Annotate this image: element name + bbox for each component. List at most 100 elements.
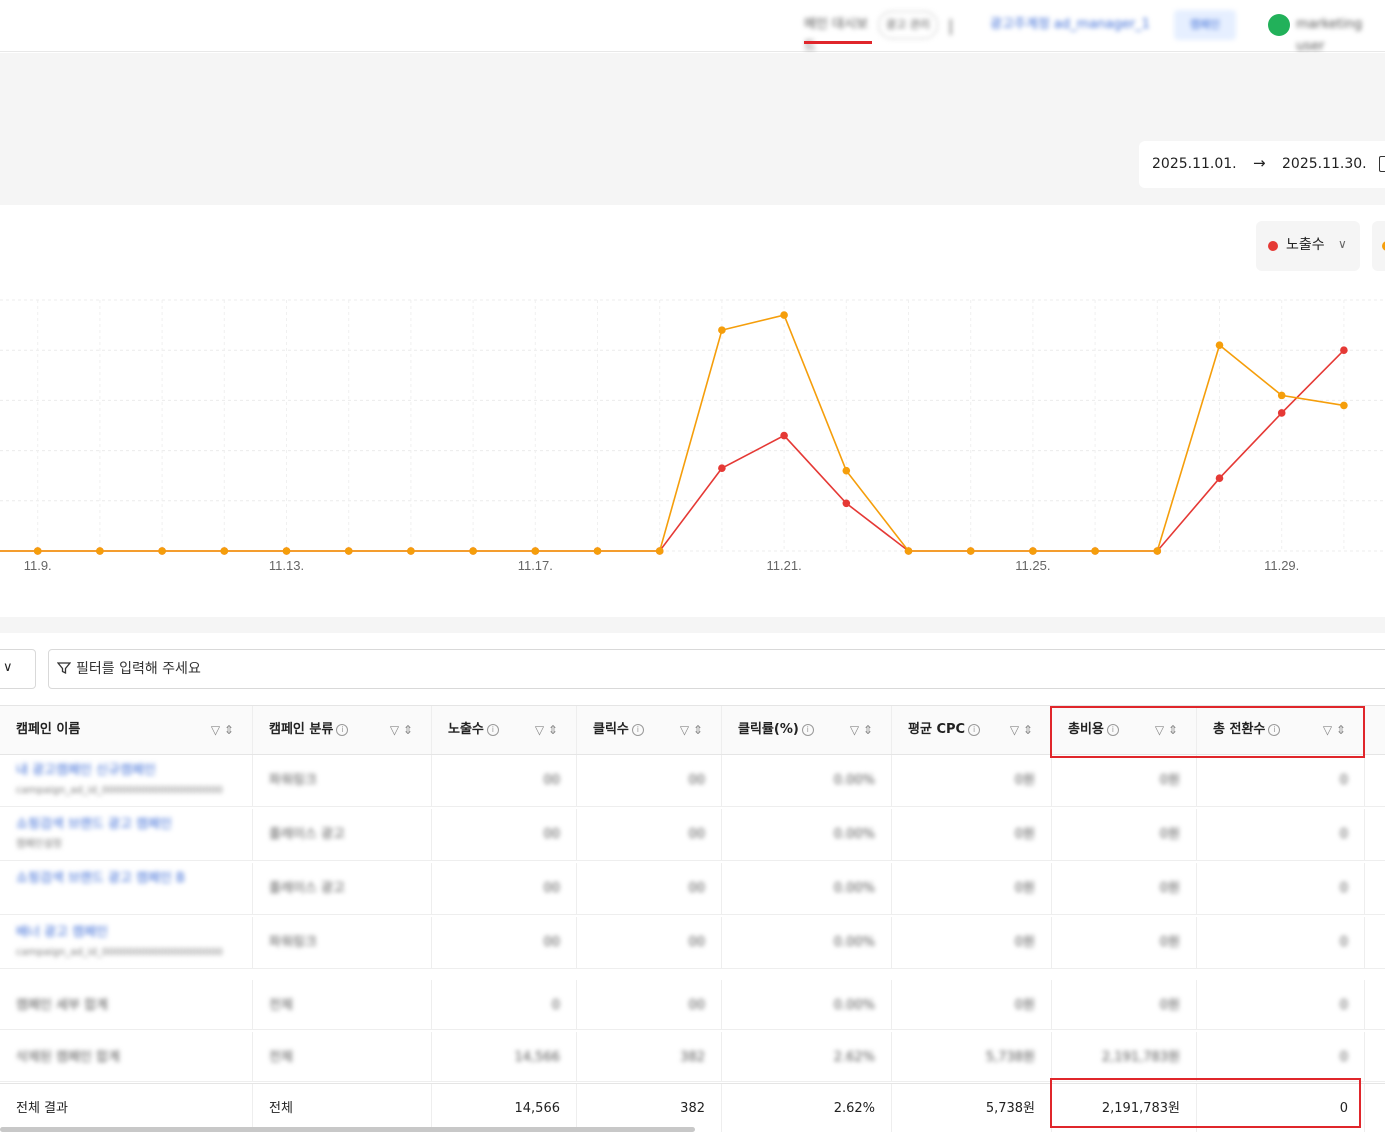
cell-text: 00 [543, 773, 560, 788]
cell-name[interactable]: 내 광고캠페인 신규캠페인 campaign_ad_id_000000000000… [0, 755, 253, 806]
nav-main-dashboard[interactable]: 메인 대시보드 [804, 14, 872, 54]
chevron-down-icon: ∨ [1338, 237, 1347, 251]
x-tick-label: 11.25. [1015, 558, 1050, 573]
filter-sort-icons[interactable]: ▽ ⇕ [211, 706, 234, 754]
cell-ctr: 0.00% [722, 863, 892, 914]
col-header-campaign-type[interactable]: 캠페인 분류 i ▽ ⇕ [253, 706, 432, 754]
metric-select-secondary[interactable] [1372, 221, 1385, 271]
filter-sort-icons[interactable]: ▽ ⇕ [1155, 706, 1178, 754]
nav-pill-button[interactable]: 광고 관리 [878, 11, 938, 39]
cell-text: 0원 [1014, 827, 1035, 842]
filter-sort-icons[interactable]: ▽ ⇕ [535, 706, 558, 754]
cell-text: 0.00% [833, 935, 875, 950]
cell-text: 00 [543, 935, 560, 950]
cell-clk: 00 [577, 917, 722, 968]
calendar-icon[interactable] [1379, 156, 1385, 172]
column-select-dropdown[interactable]: ∨ [0, 649, 36, 689]
data-point-0 [1277, 409, 1286, 417]
campaign-sub-text: 캠페인설정 [16, 839, 62, 850]
data-point-1 [220, 547, 229, 555]
filter-sort-icons[interactable]: ▽ ⇕ [390, 706, 413, 754]
cell-name[interactable]: 쇼핑검색 브랜드 광고 캠페인 캠페인설정 [0, 809, 253, 860]
filter-sort-icons[interactable]: ▽ ⇕ [850, 706, 873, 754]
cell-text: 파워링크 [269, 935, 317, 950]
date-start[interactable]: 2025.11.01. [1152, 155, 1237, 173]
data-point-1 [655, 547, 664, 555]
active-underline [804, 41, 872, 44]
info-icon[interactable]: i [336, 724, 349, 736]
horizontal-scrollbar[interactable] [0, 1127, 695, 1132]
info-icon[interactable]: i [1106, 724, 1119, 736]
total-cell-cost: 2,191,783원 [1052, 1084, 1197, 1132]
cell-name[interactable]: 배너 광고 캠페인 campaign_ad_id_0000000000000000… [0, 917, 253, 968]
cell-text: 파워링크 [269, 773, 317, 788]
filter-sort-icons[interactable]: ▽ ⇕ [1323, 706, 1346, 754]
cell-clk: 00 [577, 980, 722, 1029]
data-point-1 [158, 547, 166, 555]
top-navigation: 메인 대시보드 광고 관리 | 광고주계정 ad_manager_1 캠페인 m… [0, 0, 1385, 54]
cell-conv: 0 [1197, 809, 1365, 860]
cell-text: 0 [1339, 998, 1348, 1013]
cell-type: 전체 [253, 1032, 432, 1081]
data-point-1 [1153, 547, 1162, 555]
cell-text: 0.00% [833, 827, 875, 842]
cell-conv: 0 [1197, 980, 1365, 1029]
col-header-total-conversions[interactable]: 총 전환수 i ▽ ⇕ [1197, 706, 1365, 754]
data-point-1 [344, 547, 353, 555]
cell-text: 2.62% [833, 1050, 875, 1065]
table-row: 쇼핑검색 브랜드 광고 캠페인 B 플레이스 광고 00 00 0.00% 0원 0원 0 [0, 863, 1385, 915]
cell-text: 0원 [1159, 773, 1180, 788]
cell-text: 0원 [1159, 827, 1180, 842]
col-header-avg-cpc[interactable]: 평균 CPC i ▽ ⇕ [892, 706, 1052, 754]
cell-text: 0.00% [833, 881, 875, 896]
data-point-1 [966, 547, 975, 555]
filter-input[interactable]: 필터를 입력해 주세요 [48, 649, 1385, 689]
cell-text: 배너 광고 캠페인 [16, 925, 108, 940]
cell-ctr: 2.62% [722, 1032, 892, 1081]
data-point-1 [1029, 547, 1037, 555]
cell-text: 2,191,783원 [1101, 1050, 1180, 1065]
data-point-1 [282, 547, 291, 555]
cell-cost: 0원 [1052, 917, 1197, 968]
cell-text: 0원 [1159, 881, 1180, 896]
cell-imp: 00 [432, 755, 577, 806]
cell-text: 0원 [1014, 773, 1035, 788]
col-header-campaign-name[interactable]: 캠페인 이름 ▽ ⇕ [0, 706, 253, 754]
data-point-0 [1215, 474, 1224, 483]
cell-text: 내 광고캠페인 신규캠페인 [16, 763, 156, 778]
cell-text: 0원 [1014, 881, 1035, 896]
x-tick-label: 11.13. [269, 558, 304, 573]
campaign-button[interactable]: 캠페인 [1174, 10, 1236, 40]
cell-name[interactable]: 쇼핑검색 브랜드 광고 캠페인 B [0, 863, 253, 914]
date-end[interactable]: 2025.11.30. [1282, 155, 1367, 173]
cell-text: 0원 [1014, 998, 1035, 1013]
col-header-label: 총비용 [1068, 722, 1104, 737]
col-header-label: 캠페인 이름 [16, 722, 81, 737]
cell-ctr: 0.00% [722, 917, 892, 968]
col-header-ctr[interactable]: 클릭률(%) i ▽ ⇕ [722, 706, 892, 754]
col-header-impressions[interactable]: 노출수 i ▽ ⇕ [432, 706, 577, 754]
info-icon[interactable]: i [801, 724, 814, 736]
col-header-label: 평균 CPC [908, 722, 966, 737]
filter-sort-icons[interactable]: ▽ ⇕ [680, 706, 703, 754]
col-header-label: 클릭률(%) [738, 722, 799, 737]
metric-select-impressions[interactable]: 노출수 ∨ [1256, 221, 1360, 271]
account-selector[interactable]: 광고주계정 ad_manager_1 [990, 14, 1150, 36]
x-tick-label: 11.29. [1264, 558, 1299, 573]
info-icon[interactable]: i [1268, 724, 1281, 736]
col-header-label: 노출수 [448, 722, 484, 737]
cell-text: 0원 [1159, 935, 1180, 950]
user-name[interactable]: marketing user [1296, 14, 1385, 58]
user-avatar[interactable] [1268, 14, 1290, 36]
filter-sort-icons[interactable]: ▽ ⇕ [1010, 706, 1033, 754]
col-header-total-cost[interactable]: 총비용 i ▽ ⇕ [1052, 706, 1197, 754]
campaign-sub-text: campaign_ad_id_0000000000000000000 [16, 947, 223, 958]
x-tick-label: 11.9. [24, 558, 52, 573]
info-icon[interactable]: i [968, 724, 981, 736]
info-icon[interactable]: i [631, 724, 644, 736]
col-header-clicks[interactable]: 클릭수 i ▽ ⇕ [577, 706, 722, 754]
date-range-picker[interactable]: 2025.11.01. → 2025.11.30. [1139, 141, 1385, 188]
info-icon[interactable]: i [486, 724, 499, 736]
data-point-1 [1215, 341, 1224, 349]
cell-name: 캠페인 세부 합계 [0, 980, 253, 1029]
